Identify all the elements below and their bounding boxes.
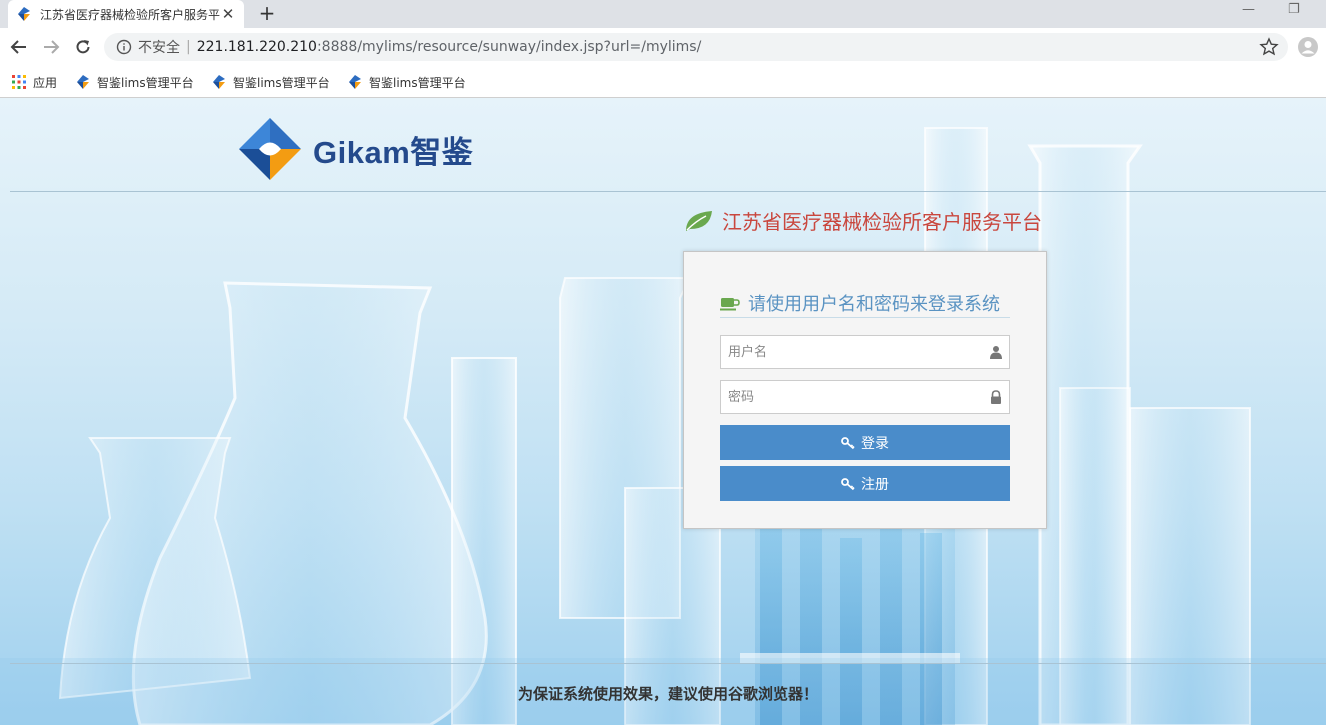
gikam-logo-icon: [239, 118, 301, 180]
bookmark-item[interactable]: 智鉴lims管理平台: [347, 71, 466, 93]
back-arrow-icon: [10, 40, 26, 54]
username-field[interactable]: [720, 335, 1010, 369]
gikam-favicon-icon: [77, 75, 89, 89]
url-path: :8888/mylims/resource/sunway/index.jsp?u…: [316, 39, 702, 55]
address-bar[interactable]: 不安全 | 221.181.220.210 :8888/mylims/resou…: [104, 33, 1288, 61]
forward-arrow-icon: [44, 40, 60, 54]
gikam-logo: Gikam智鉴: [237, 116, 473, 182]
login-button-label: 登录: [861, 435, 889, 452]
password-field[interactable]: [720, 380, 1010, 414]
browser-recommendation-note: 为保证系统使用效果，建议使用谷歌浏览器！: [517, 685, 818, 703]
browser-tab-active[interactable]: 江苏省医疗器械检验所客户服务平 ✕: [8, 0, 244, 28]
tab-title: 江苏省医疗器械检验所客户服务平: [40, 7, 220, 22]
key-icon: [841, 477, 855, 490]
back-button[interactable]: [8, 36, 30, 58]
bookmark-star-icon[interactable]: [1259, 37, 1279, 57]
user-icon: [990, 346, 1002, 359]
login-page: Gikam智鉴 江苏省医疗器械检验所客户服务平台 请使用用户名和密码来登录系统: [0, 98, 1326, 725]
coffee-cup-icon: [720, 297, 740, 310]
bookmark-apps[interactable]: 应用: [11, 71, 57, 93]
bottom-divider: [10, 663, 1326, 664]
reload-icon: [76, 40, 90, 54]
password-input[interactable]: [721, 381, 989, 413]
apps-grid-icon: [12, 75, 26, 89]
reload-button[interactable]: [72, 36, 94, 58]
lab-glassware-background: [0, 127, 1326, 725]
login-panel: 请使用用户名和密码来登录系统 登录 注册: [683, 251, 1047, 529]
register-button[interactable]: 注册: [720, 466, 1010, 501]
tab-strip: 江苏省医疗器械检验所客户服务平 ✕ + — ❐: [0, 0, 1326, 28]
minimize-icon[interactable]: —: [1242, 2, 1255, 17]
login-heading-text: 请使用用户名和密码来登录系统: [748, 293, 1000, 315]
url-separator: |: [186, 39, 191, 55]
system-title: 江苏省医疗器械检验所客户服务平台: [684, 206, 1042, 235]
profile-avatar-icon[interactable]: [1297, 36, 1319, 58]
new-tab-button[interactable]: +: [256, 2, 278, 24]
system-title-text: 江苏省医疗器械检验所客户服务平台: [722, 210, 1042, 234]
bookmark-label: 智鉴lims管理平台: [369, 75, 466, 90]
gikam-favicon-icon: [349, 75, 361, 89]
username-input[interactable]: [721, 336, 989, 368]
security-label[interactable]: 不安全: [138, 37, 180, 57]
bookmark-item[interactable]: 智鉴lims管理平台: [75, 71, 194, 93]
register-button-label: 注册: [861, 476, 889, 493]
top-divider: [10, 191, 1326, 192]
bookmark-item[interactable]: 智鉴lims管理平台: [211, 71, 330, 93]
bookmark-label: 应用: [33, 75, 58, 90]
gikam-favicon-icon: [213, 75, 225, 89]
logo-text: Gikam智鉴: [313, 134, 474, 170]
bookmark-label: 智鉴lims管理平台: [233, 75, 330, 90]
info-icon[interactable]: [116, 39, 132, 55]
login-button[interactable]: 登录: [720, 425, 1010, 460]
lock-icon: [991, 390, 1001, 404]
restore-icon[interactable]: ❐: [1288, 2, 1300, 17]
url-host: 221.181.220.210: [196, 39, 317, 55]
bookmarks-bar: 应用 智鉴lims管理平台 智鉴lims管理平台 智鉴lims管理平台: [0, 66, 1326, 98]
forward-button[interactable]: [40, 36, 62, 58]
leaf-icon: [686, 210, 712, 231]
gikam-favicon-icon: [18, 7, 30, 21]
tab-close-icon[interactable]: ✕: [220, 5, 236, 23]
key-icon: [841, 436, 855, 449]
login-heading: 请使用用户名和密码来登录系统: [720, 288, 1010, 318]
bookmark-label: 智鉴lims管理平台: [97, 75, 194, 90]
